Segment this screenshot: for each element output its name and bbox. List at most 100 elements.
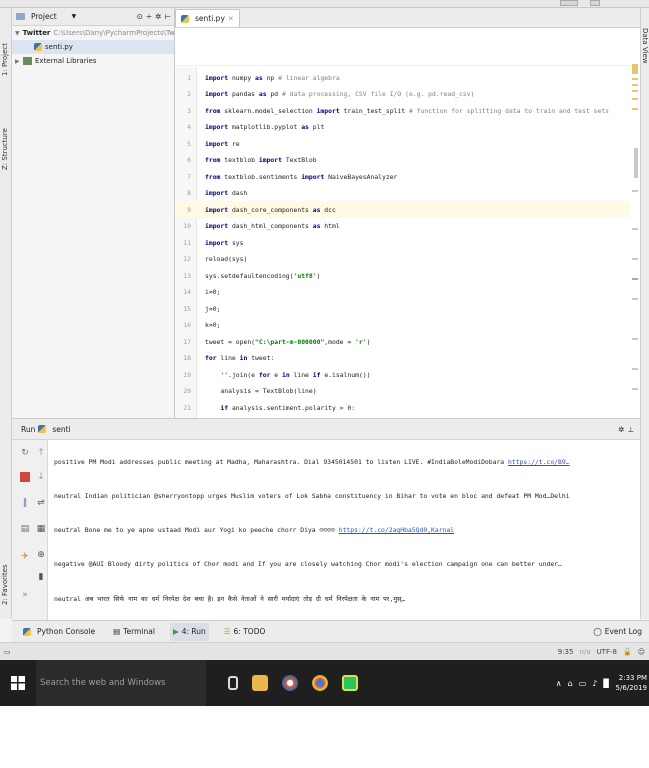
line-separator[interactable]: n/a	[579, 648, 590, 656]
run-config-name[interactable]: senti	[52, 425, 70, 434]
data-view-tool-tab[interactable]: Data View	[641, 28, 649, 64]
pause-icon[interactable]: ‖	[20, 498, 30, 508]
notification-icon[interactable]: ▉	[603, 679, 609, 688]
info-marker[interactable]	[632, 298, 638, 300]
trash-icon[interactable]: ▮	[36, 572, 46, 582]
code-line[interactable]: 5 import re	[175, 135, 630, 152]
tool-tab-terminal[interactable]: ▤ Terminal	[110, 623, 158, 641]
info-marker[interactable]	[632, 278, 638, 280]
info-marker[interactable]	[632, 190, 638, 192]
code-line[interactable]: 21 if analysis.sentiment.polarity > 0:	[175, 399, 630, 416]
tool-tab-run[interactable]: ▶ 4: Run	[169, 622, 209, 641]
code-line[interactable]: 20 analysis = TextBlob(line)	[175, 383, 630, 400]
volume-icon[interactable]: ♪	[592, 679, 597, 688]
error-stripe[interactable]	[630, 28, 640, 418]
chevron-down-icon[interactable]: ▼	[72, 13, 77, 20]
up-arrow-icon[interactable]: ↑	[36, 448, 46, 458]
hide-icon[interactable]: ⊢	[164, 12, 171, 21]
run-config-button[interactable]	[560, 0, 578, 6]
info-marker[interactable]	[632, 368, 638, 370]
tool-tab-todo[interactable]: ☰ 6: TODO	[221, 623, 269, 641]
collapse-icon[interactable]: ÷	[146, 12, 152, 21]
warning-marker[interactable]	[632, 90, 638, 92]
scroll-to-end-icon[interactable]: ▦	[36, 524, 46, 534]
code-line[interactable]: 16 k=0;	[175, 317, 630, 334]
taskbar-search[interactable]: Search the web and Windows	[36, 660, 206, 706]
code-line[interactable]: 2 import pandas as pd # data processing, …	[175, 86, 630, 103]
project-tool-tab[interactable]: 1: Project	[1, 14, 9, 76]
code-line[interactable]: 11 import sys	[175, 234, 630, 251]
more-icon[interactable]: »	[20, 590, 30, 600]
code-line[interactable]: 7 from textblob.sentiments import NaiveBa…	[175, 168, 630, 185]
warning-marker[interactable]	[632, 78, 638, 80]
hide-panel-icon[interactable]: ⊥	[627, 425, 634, 434]
network-icon[interactable]: ⌂	[568, 679, 573, 688]
code-line[interactable]: 8 import dash	[175, 185, 630, 202]
pycharm-icon[interactable]	[342, 675, 358, 691]
chevron-right-icon[interactable]: ▶	[15, 58, 23, 65]
code-line[interactable]: 18 for line in tweet:	[175, 350, 630, 367]
status-toggle-icon[interactable]: ▭	[4, 648, 11, 656]
gear-icon[interactable]: ✲	[155, 12, 161, 21]
chevron-up-icon[interactable]: ∧	[556, 679, 562, 688]
warning-marker[interactable]	[632, 98, 638, 100]
sync-icon[interactable]: ⊙	[137, 12, 143, 21]
editor-tab-senti[interactable]: senti.py ✕	[175, 9, 240, 27]
file-explorer-icon[interactable]	[252, 675, 268, 691]
code-line[interactable]: 1 import numpy as np # linear algebra	[175, 69, 630, 86]
code-line[interactable]: 9 import dash_core_components as dcc	[175, 201, 630, 218]
code-line[interactable]: 17 tweet = open("C:\part-m-000000",mode =…	[175, 333, 630, 350]
info-marker[interactable]	[632, 228, 638, 230]
project-title[interactable]: Project	[31, 12, 57, 21]
favorites-tool-tab[interactable]: 2: Favorites	[1, 543, 9, 605]
code-line[interactable]: 19 ''.join(e for e in line if e.isalnum(…	[175, 366, 630, 383]
battery-icon[interactable]: ▭	[579, 679, 587, 688]
soft-wrap-icon[interactable]: ⇌	[36, 498, 46, 508]
lock-icon[interactable]: 🔓	[623, 648, 632, 656]
console-link[interactable]: https://t.co/B9…	[508, 458, 570, 466]
tool-tab-event-log[interactable]: ◯ Event Log	[590, 623, 645, 641]
clock[interactable]: 2:33 PM 5/6/2019	[616, 673, 647, 693]
code-line[interactable]: 12 reload(sys)	[175, 251, 630, 268]
tree-row-external-libraries[interactable]: ▶ External Libraries	[12, 54, 174, 68]
down-arrow-icon[interactable]: ↓	[36, 472, 46, 482]
info-marker[interactable]	[632, 338, 638, 340]
close-icon[interactable]: ✕	[228, 15, 234, 23]
structure-tool-tab[interactable]: Z: Structure	[1, 108, 9, 170]
console-link[interactable]: https://t.co/2agHba5Qd0,Karnal	[339, 526, 454, 534]
code-line[interactable]: 15 j=0;	[175, 300, 630, 317]
code-line[interactable]: 13 sys.setdefaultencoding('utf8')	[175, 267, 630, 284]
code-area[interactable]: 1 import numpy as np # linear algebra 2 imp…	[175, 67, 640, 418]
warning-marker[interactable]	[632, 108, 638, 110]
run-console[interactable]: positive PM Modi addresses public meetin…	[48, 440, 640, 620]
tree-row-root[interactable]: ▼ Twitter C:\Users\Dany\PycharmProjects\…	[12, 26, 190, 40]
info-marker[interactable]	[632, 258, 638, 260]
warning-marker[interactable]	[632, 84, 638, 86]
cursor-position[interactable]: 9:35	[558, 648, 574, 656]
task-view-icon[interactable]	[228, 676, 238, 690]
chrome-icon[interactable]	[312, 675, 328, 691]
chevron-down-icon[interactable]: ▼	[15, 30, 20, 37]
code-line[interactable]: 14 i=0;	[175, 284, 630, 301]
pin-icon[interactable]: ✈	[20, 552, 30, 562]
inspector-icon[interactable]: ☺	[638, 648, 645, 656]
code-line[interactable]: 6 from textblob import TextBlob	[175, 152, 630, 169]
code-line[interactable]: 10 import dash_html_components as html	[175, 218, 630, 235]
windows-start-icon[interactable]	[0, 660, 36, 706]
layout-icon[interactable]: ▤	[20, 524, 30, 534]
code-line[interactable]: 3 from sklearn.model_selection import tra…	[175, 102, 630, 119]
gear-icon[interactable]: ✲	[618, 425, 624, 434]
firefox-icon[interactable]	[282, 675, 298, 691]
rerun-icon[interactable]: ↻	[20, 448, 30, 458]
tool-tab-python-console[interactable]: Python Console	[20, 623, 98, 641]
warning-marker[interactable]	[632, 64, 638, 74]
tree-row-file[interactable]: senti.py	[12, 40, 174, 54]
code-text: import dash_html_components as html	[205, 222, 340, 230]
stop-icon[interactable]	[20, 472, 30, 482]
info-marker[interactable]	[632, 388, 638, 390]
file-encoding[interactable]: UTF-8	[597, 648, 617, 656]
code-line[interactable]: 4 import matplotlib.pyplot as plt	[175, 119, 630, 136]
print-icon[interactable]: ⊕	[36, 550, 46, 560]
scroll-thumb[interactable]	[634, 148, 638, 178]
run-button[interactable]	[590, 0, 600, 6]
